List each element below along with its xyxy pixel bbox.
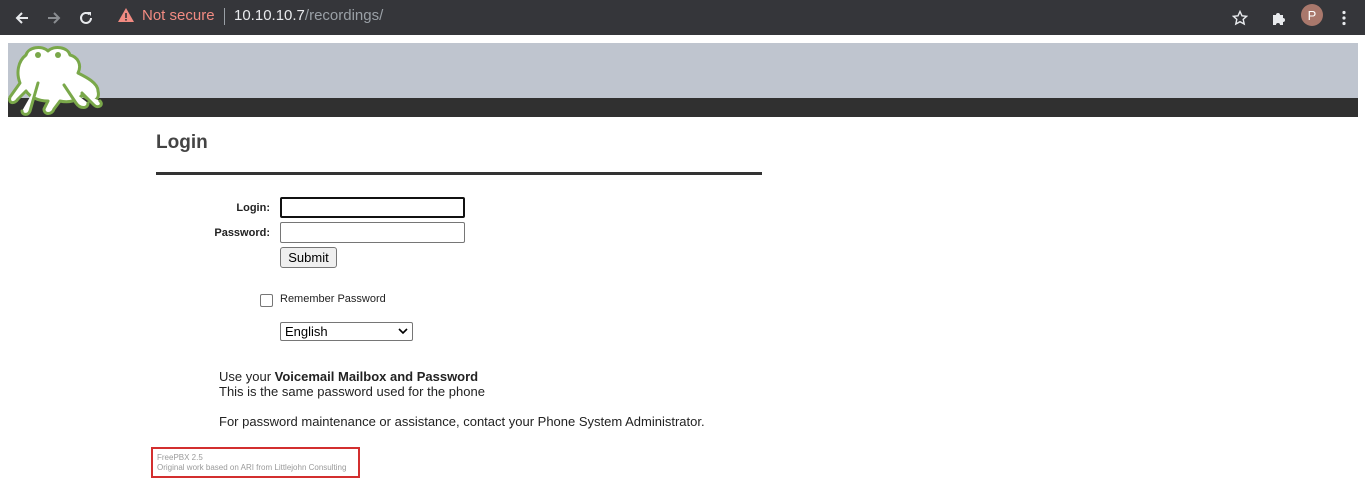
- address-bar[interactable]: 10.10.10.7/recordings/: [234, 7, 383, 24]
- header-bar: [8, 98, 1358, 117]
- page-header: [8, 43, 1358, 117]
- back-arrow-icon[interactable]: [9, 5, 35, 31]
- footer-credit: Original work based on ARI from Littlejo…: [157, 463, 347, 472]
- profile-avatar[interactable]: P: [1301, 4, 1323, 26]
- page-title: Login: [156, 132, 208, 153]
- remember-password-label[interactable]: Remember Password: [280, 293, 386, 305]
- info-line-3: For password maintenance or assistance, …: [219, 414, 705, 429]
- forward-arrow-icon[interactable]: [41, 5, 67, 31]
- menu-kebab-icon[interactable]: [1331, 5, 1357, 31]
- info-line-1: Use your Voicemail Mailbox and Password: [219, 369, 478, 384]
- chevron-down-icon: [398, 328, 408, 335]
- title-divider: [156, 172, 762, 175]
- footer-credits: FreePBX 2.5 Original work based on ARI f…: [151, 447, 360, 478]
- warning-icon[interactable]: [117, 6, 135, 24]
- address-divider: [224, 8, 225, 25]
- browser-toolbar: Not secure 10.10.10.7/recordings/ P: [0, 0, 1365, 35]
- password-label: Password:: [214, 227, 270, 239]
- bookmark-star-icon[interactable]: [1227, 5, 1253, 31]
- submit-button[interactable]: Submit: [280, 247, 337, 268]
- profile-initial: P: [1307, 7, 1317, 23]
- remember-password-checkbox[interactable]: [260, 294, 273, 307]
- footer-version: FreePBX 2.5: [157, 453, 203, 462]
- login-input[interactable]: [280, 197, 465, 218]
- reload-icon[interactable]: [73, 5, 99, 31]
- url-host: 10.10.10.7: [234, 7, 305, 24]
- extensions-puzzle-icon[interactable]: [1266, 5, 1292, 31]
- login-label: Login:: [236, 202, 270, 214]
- frog-logo-icon: [8, 46, 103, 116]
- info-line-2: This is the same password used for the p…: [219, 384, 485, 399]
- header-band: [8, 43, 1358, 98]
- info-line-1-prefix: Use your: [219, 369, 275, 384]
- language-selected-value: English: [285, 324, 328, 339]
- security-status[interactable]: Not secure: [142, 7, 215, 24]
- language-select[interactable]: English: [280, 322, 413, 341]
- password-input[interactable]: [280, 222, 465, 243]
- url-path: /recordings/: [304, 7, 384, 24]
- info-line-1-bold: Voicemail Mailbox and Password: [274, 369, 479, 384]
